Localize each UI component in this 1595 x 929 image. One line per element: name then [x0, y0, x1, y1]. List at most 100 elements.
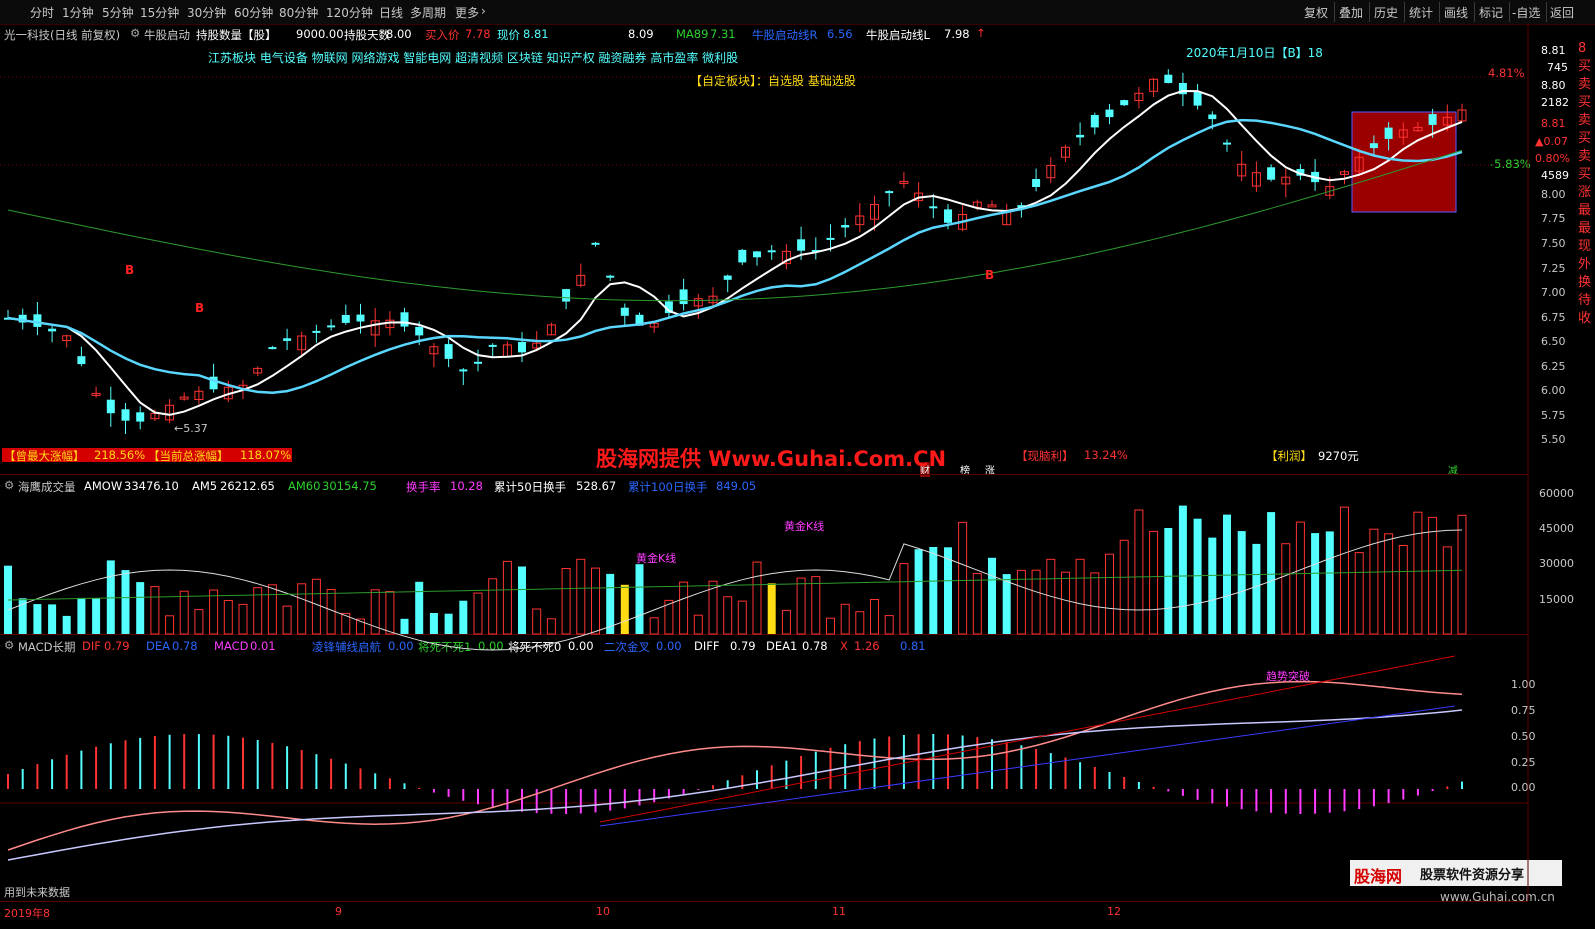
volume-bar — [136, 582, 145, 634]
candle-body — [341, 315, 350, 323]
volume-bar — [1134, 509, 1144, 635]
candle-body — [620, 307, 629, 316]
volume-bar — [546, 618, 556, 635]
volume-bar — [620, 584, 629, 634]
volume-bar — [723, 596, 733, 635]
candle-body — [488, 344, 497, 347]
candle-body — [1193, 91, 1202, 106]
candle-body — [1090, 115, 1099, 128]
volume-bar — [679, 581, 689, 635]
volume-bar — [415, 581, 424, 634]
volume-bar — [649, 617, 659, 635]
ma-white-line — [7, 89, 1463, 416]
volume-bar — [1325, 531, 1334, 634]
candle-body — [518, 342, 526, 353]
target-zone-box — [1351, 111, 1457, 213]
volume-bar — [179, 590, 189, 635]
candle-body — [444, 344, 453, 359]
volume-bar — [121, 570, 130, 634]
candle-body — [459, 369, 468, 372]
volume-bar — [958, 521, 968, 635]
volume-bar — [781, 609, 791, 635]
volume-bar — [899, 563, 909, 635]
volume-bar — [459, 600, 468, 634]
volume-bar — [914, 549, 923, 634]
candle-body — [1208, 114, 1217, 120]
volume-bar — [1075, 558, 1085, 635]
candle-body — [797, 239, 806, 251]
volume-bar — [1208, 537, 1217, 634]
volume-bar — [223, 600, 233, 635]
candle-body — [1223, 142, 1231, 145]
candle-body — [738, 249, 747, 263]
candle-body — [885, 191, 894, 194]
volume-bar — [297, 583, 307, 635]
candle-body — [312, 330, 321, 333]
volume-bar — [444, 613, 453, 634]
volume-bar — [400, 618, 409, 634]
candle-body — [1428, 114, 1437, 125]
volume-bar — [591, 567, 600, 635]
volume-bar — [561, 568, 571, 635]
candle-body — [400, 312, 409, 327]
volume-bar — [1178, 505, 1187, 634]
candle-body — [415, 326, 424, 336]
macd-support-line — [599, 705, 1456, 827]
candle-body — [1120, 100, 1129, 106]
volume-bar — [77, 597, 86, 634]
volume-bar — [811, 576, 821, 635]
volume-bar — [1354, 552, 1364, 635]
volume-bar — [1267, 512, 1276, 634]
volume-bar — [752, 561, 762, 635]
volume-bar — [92, 598, 101, 634]
volume-bar — [1237, 531, 1246, 634]
candle-body — [929, 206, 938, 209]
candle-body — [826, 237, 835, 240]
candle-body — [1032, 179, 1041, 187]
volume-bar — [767, 583, 776, 634]
volume-bar — [194, 609, 204, 635]
candle-body — [121, 409, 130, 421]
candle-body — [591, 242, 600, 245]
volume-bar — [855, 611, 865, 635]
candle-body — [841, 225, 850, 228]
candle-body — [1164, 74, 1173, 83]
candle-body — [268, 347, 277, 350]
volume-bar — [1295, 521, 1305, 635]
candle-body — [48, 328, 57, 332]
volume-bar — [1340, 506, 1349, 635]
macd-trend-line — [599, 655, 1456, 823]
volume-bar — [1149, 530, 1159, 635]
volume-bar — [326, 589, 336, 635]
volume-bar — [1016, 569, 1026, 635]
volume-bar — [33, 604, 42, 634]
volume-bar — [311, 578, 321, 635]
buy-signal-marker: B — [985, 268, 994, 282]
volume-bar — [884, 615, 894, 635]
volume-bar — [693, 614, 703, 635]
buy-signal-marker: B — [195, 301, 204, 315]
volume-bar — [1119, 539, 1129, 635]
volume-bar — [165, 615, 175, 635]
volume-bar — [62, 615, 71, 634]
candle-body — [327, 325, 336, 328]
volume-bar — [282, 605, 292, 635]
candle-body — [753, 251, 761, 258]
candle-body — [944, 209, 952, 223]
volume-bar — [429, 613, 438, 634]
dea-line — [7, 709, 1463, 861]
volume-bar — [502, 560, 512, 635]
candle-body — [474, 361, 482, 364]
kline-chart[interactable]: B B B — [0, 0, 1595, 929]
volume-bar — [532, 608, 542, 635]
volume-bar — [518, 566, 526, 634]
volume-bar — [1413, 511, 1423, 635]
volume-bar — [1002, 574, 1011, 634]
dif-line — [7, 680, 1463, 851]
volume-bar — [1457, 514, 1467, 635]
volume-bar — [635, 564, 644, 634]
volume-bar — [1164, 528, 1173, 634]
volume-bar — [267, 584, 277, 635]
volume-bar — [1090, 572, 1100, 635]
candle-body — [606, 275, 615, 278]
